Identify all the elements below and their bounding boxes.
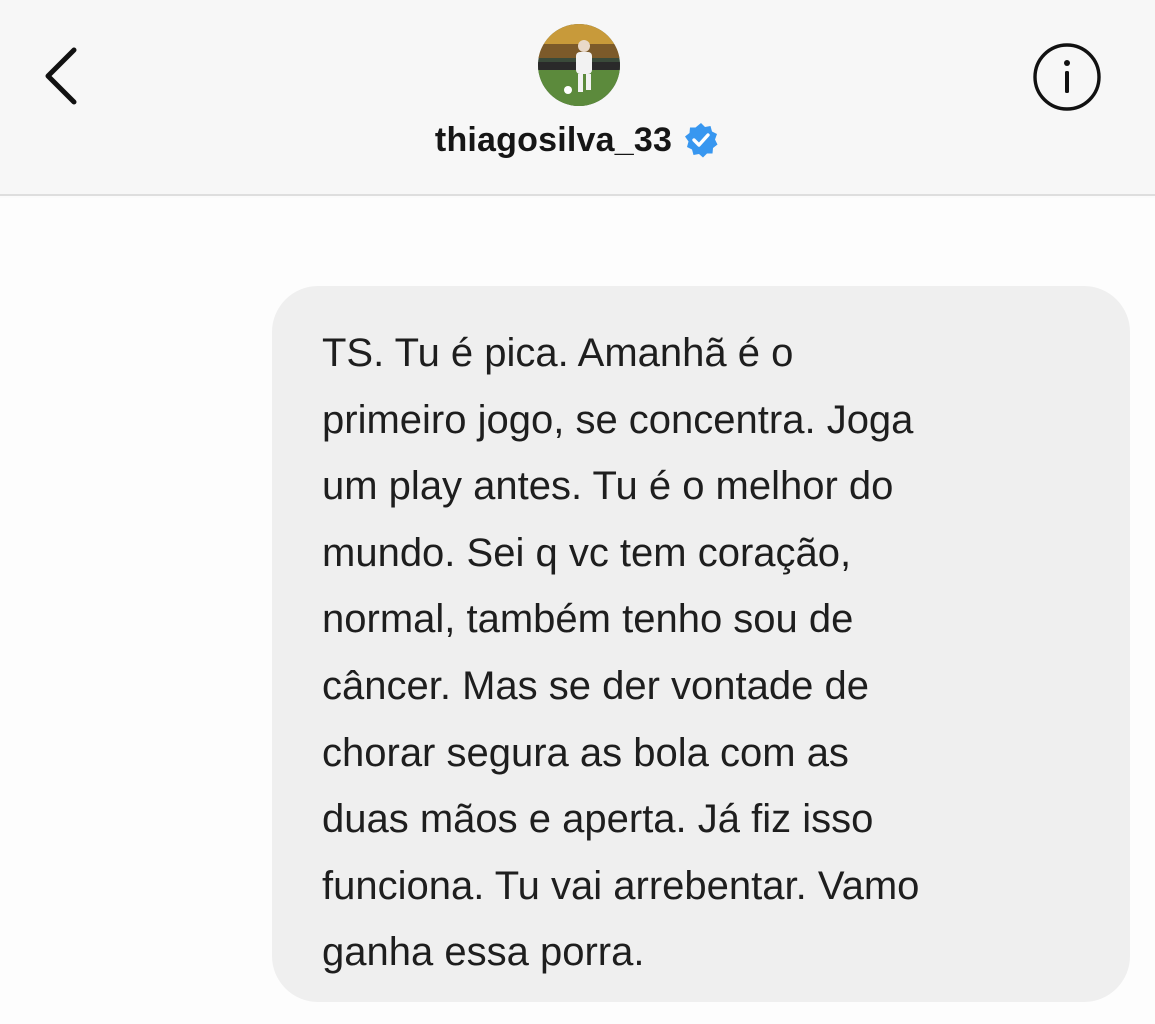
avatar[interactable] xyxy=(538,24,620,106)
chat-header: thiagosilva_33 xyxy=(0,0,1155,196)
conversation-title[interactable]: thiagosilva_33 xyxy=(0,112,1155,168)
verified-badge-icon xyxy=(682,121,720,159)
username: thiagosilva_33 xyxy=(434,120,673,159)
info-circle-icon xyxy=(1033,43,1101,111)
message-text: TS. Tu é pica. Amanhã é o primeiro jogo,… xyxy=(322,331,920,975)
chevron-left-icon xyxy=(45,47,77,105)
profile-photo-icon xyxy=(538,24,620,106)
info-button[interactable] xyxy=(1030,40,1104,114)
back-button[interactable] xyxy=(28,40,92,112)
message-thread[interactable]: TS. Tu é pica. Amanhã é o primeiro jogo,… xyxy=(0,198,1155,1024)
message-bubble[interactable]: TS. Tu é pica. Amanhã é o primeiro jogo,… xyxy=(272,286,1130,1002)
